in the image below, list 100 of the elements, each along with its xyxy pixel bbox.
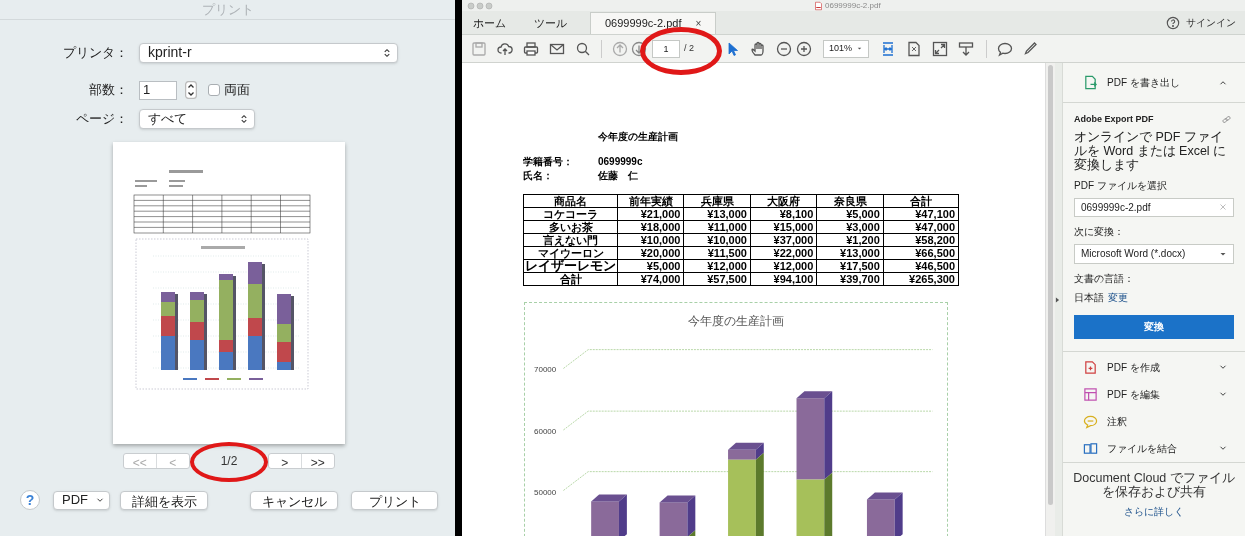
table-cell: ¥3,000 <box>816 220 884 234</box>
table-cell: レイザーレモン <box>523 259 618 273</box>
caret-icon <box>856 45 863 52</box>
field-label: 次に変換： <box>1074 224 1125 239</box>
table-cell: ¥15,000 <box>750 220 817 234</box>
field-label: 文書の言語： <box>1074 271 1135 286</box>
link-icon <box>1221 114 1232 126</box>
dialog-button[interactable]: プリント <box>351 490 438 510</box>
print-icon[interactable] <box>523 40 539 57</box>
column-header: 兵庫県 <box>683 194 751 208</box>
stacked-bar <box>659 495 696 536</box>
tool-icon <box>1083 440 1098 456</box>
table-cell: ¥1,200 <box>816 233 884 247</box>
table-cell: ¥5,000 <box>617 259 684 273</box>
table-cell: ¥11,000 <box>683 220 751 234</box>
dialog-button[interactable]: キャンセル <box>250 490 338 510</box>
copies-field[interactable]: 1 <box>139 80 177 100</box>
table-cell: ¥46,500 <box>883 259 959 273</box>
table-cell: ¥11,500 <box>683 246 751 260</box>
table-cell: ¥12,000 <box>750 259 817 273</box>
change-link[interactable]: 変更 <box>1108 289 1128 305</box>
tool-icon <box>1083 413 1098 429</box>
field-label: 氏名： <box>523 169 554 183</box>
download-icon[interactable] <box>958 40 974 57</box>
axis-label: 70000 <box>534 364 557 376</box>
file-field[interactable]: 0699999c-2.pdf <box>1074 197 1234 217</box>
description-text: オンラインで PDF ファイルを Word または Excel に変換します <box>1074 129 1228 172</box>
field-value: 0699999c <box>598 155 643 169</box>
duplex-label: 両面 <box>224 81 250 100</box>
printer-select[interactable]: kprint-r <box>139 42 398 63</box>
table-cell: ¥74,000 <box>617 272 684 286</box>
table-cell: ¥57,500 <box>683 272 751 286</box>
copies-label: 部数： <box>89 81 128 100</box>
zoom-out-icon[interactable] <box>776 40 792 57</box>
table-cell: ¥47,000 <box>883 220 959 234</box>
zoom-in-icon[interactable] <box>796 40 812 57</box>
upload-icon[interactable] <box>497 40 513 57</box>
tab[interactable]: ホーム <box>464 12 515 34</box>
tool-item[interactable]: PDF を編集 <box>1107 386 1160 402</box>
field-label: PDF ファイルを選択 <box>1074 178 1168 193</box>
page-total: / 2 <box>684 41 694 55</box>
tool-icon <box>1083 386 1098 402</box>
page-number-field[interactable]: 1 <box>652 39 680 58</box>
stepper-control[interactable] <box>185 81 197 99</box>
table-cell: コケコーラ <box>523 207 618 221</box>
table-cell: ¥17,500 <box>816 259 884 273</box>
stacked-bar <box>591 494 627 536</box>
export-pdf-icon <box>1083 75 1098 90</box>
zoom-dropdown[interactable]: 101% <box>823 39 869 58</box>
stacked-bar <box>866 492 903 536</box>
sign-in-link[interactable]: サインイン <box>1186 15 1236 30</box>
column-header: 合計 <box>883 194 959 208</box>
table-cell: ¥18,000 <box>617 220 684 234</box>
tab[interactable]: ツール <box>525 12 576 34</box>
format-dropdown[interactable]: Microsoft Word (*.docx) <box>1074 243 1234 264</box>
table-cell: ¥20,000 <box>617 246 684 260</box>
last-page-button[interactable]: >> <box>301 453 334 468</box>
table-cell: ¥66,500 <box>883 246 959 260</box>
hand-icon[interactable] <box>750 40 766 57</box>
updown-arrows-icon <box>238 112 250 126</box>
table-cell: ¥13,000 <box>816 246 884 260</box>
table-cell: ¥58,200 <box>883 233 959 247</box>
table-cell: ¥47,100 <box>883 207 959 221</box>
table-cell: ¥94,100 <box>750 272 817 286</box>
pages-select[interactable]: すべて <box>139 109 255 129</box>
column-header: 商品名 <box>523 194 618 208</box>
table-cell: ¥10,000 <box>683 233 751 247</box>
panel-heading: Adobe Export PDF <box>1074 113 1154 126</box>
panel-title: PDF を書き出し <box>1107 76 1180 90</box>
table-cell: ¥22,000 <box>750 246 817 260</box>
comment-icon[interactable] <box>997 40 1013 57</box>
column-header: 奈良県 <box>816 194 884 208</box>
window-title: 0699999c-2.pdf <box>825 0 881 11</box>
tab[interactable]: 0699999c-2.pdf × <box>590 12 717 34</box>
collapse-arrow-icon[interactable] <box>1055 295 1060 304</box>
tool-icon <box>1083 359 1098 375</box>
help-icon[interactable] <box>1166 15 1180 30</box>
language-value: 日本語 <box>1074 290 1104 305</box>
expand-icon[interactable] <box>932 40 948 57</box>
tool-item[interactable]: 注釈 <box>1107 413 1127 429</box>
pdf-menu-button[interactable]: PDF <box>53 490 110 510</box>
table-cell: 多いお茶 <box>523 220 618 234</box>
tool-item[interactable]: ファイルを結合 <box>1107 440 1177 456</box>
pages-label: ページ： <box>76 110 128 129</box>
learn-more-link[interactable]: さらに詳しく <box>1124 503 1184 519</box>
field-label: 学籍番号： <box>523 155 574 169</box>
next-page-button[interactable]: > <box>269 453 302 468</box>
tool-item[interactable]: PDF を作成 <box>1107 359 1160 375</box>
duplex-checkbox[interactable] <box>208 84 220 96</box>
search-icon[interactable] <box>575 40 591 57</box>
field-value: 佐藤 仁 <box>598 169 638 183</box>
page-icon[interactable] <box>906 40 922 57</box>
dialog-button[interactable]: 詳細を表示 <box>120 490 208 510</box>
tab-close-button[interactable]: × <box>695 16 702 31</box>
fit-width-icon[interactable] <box>880 40 896 57</box>
table-cell: ¥10,000 <box>617 233 684 247</box>
help-button[interactable]: ? <box>20 490 40 510</box>
pen-icon[interactable] <box>1022 40 1038 57</box>
convert-button[interactable]: 変換 <box>1074 314 1234 339</box>
scrollbar-thumb[interactable] <box>1048 65 1053 505</box>
